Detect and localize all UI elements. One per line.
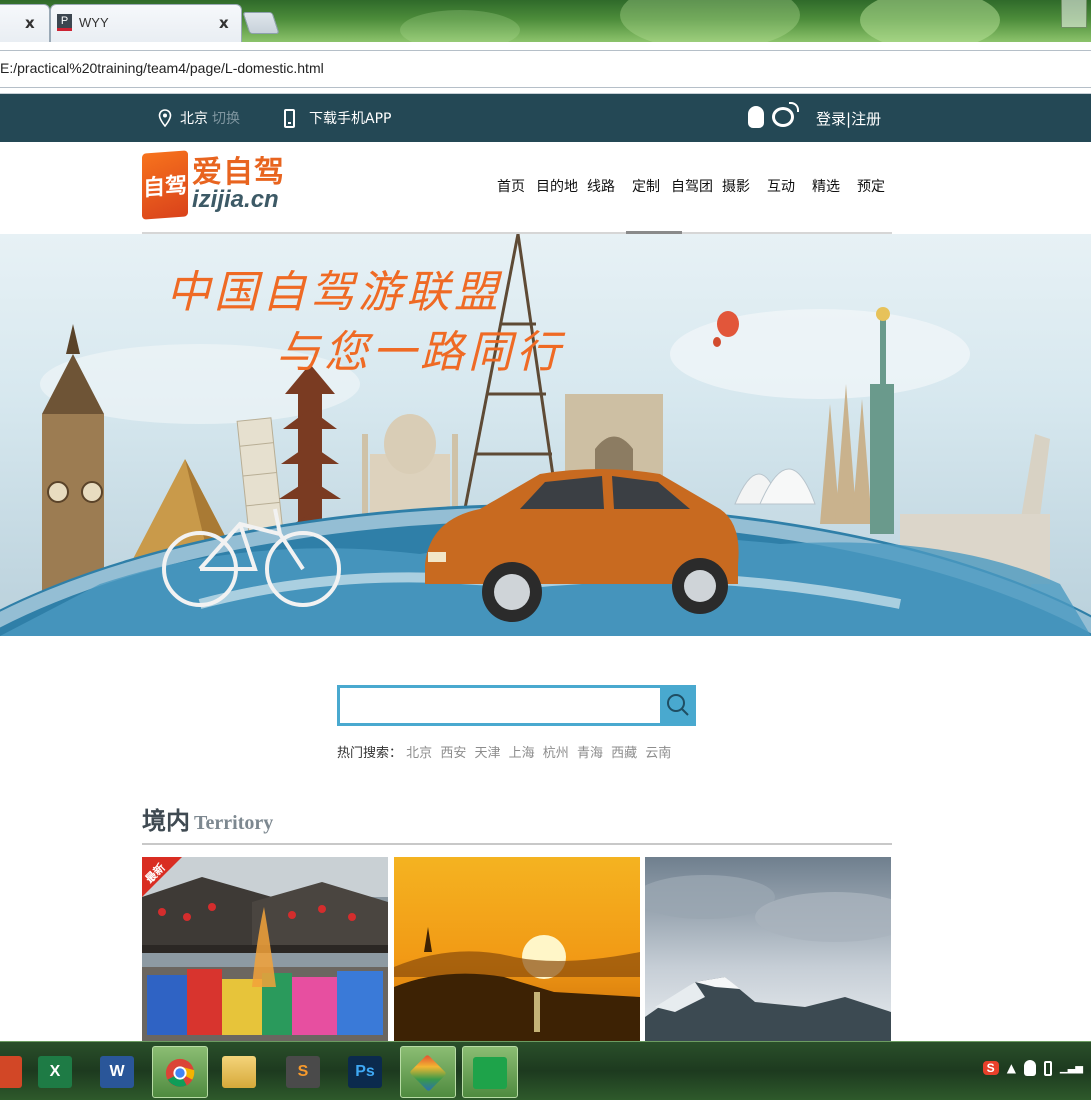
nav-featured[interactable]: 精选: [812, 176, 840, 196]
banner-illustration: [0, 234, 1091, 636]
ime-icon[interactable]: S: [982, 1061, 999, 1075]
destination-card[interactable]: [645, 857, 891, 1041]
section-divider: [142, 843, 892, 845]
taskbar-explorer[interactable]: [212, 1046, 268, 1098]
nav-routes[interactable]: 线路: [587, 176, 615, 196]
city-selector[interactable]: 北京 切换: [158, 108, 240, 128]
site-topbar: 北京 切换 下载手机APP 登录|注册: [0, 94, 1091, 142]
weibo-icon[interactable]: [772, 102, 799, 127]
battery-icon[interactable]: [1043, 1060, 1052, 1076]
nav-home[interactable]: 首页: [497, 176, 525, 196]
destination-photo-sunset: [394, 857, 640, 1041]
city-switch-link[interactable]: 切换: [212, 108, 240, 128]
qq-tray-icon[interactable]: [1023, 1060, 1036, 1076]
taskbar-sublime[interactable]: S: [276, 1046, 332, 1098]
taskbar-word[interactable]: W: [90, 1046, 146, 1098]
nav-interaction[interactable]: 互动: [767, 176, 795, 196]
sublime-icon: S: [286, 1056, 320, 1088]
nav-selfdrive-group[interactable]: 自驾团: [671, 176, 713, 196]
folder-icon: [222, 1056, 256, 1088]
tab-close-icon[interactable]: x: [25, 14, 35, 32]
system-tray: S ▲ ▁▃▅: [982, 1060, 1083, 1076]
nav-photography[interactable]: 摄影: [722, 176, 750, 196]
app-icon: [473, 1057, 507, 1089]
city-name: 北京: [180, 111, 208, 127]
banner-slogan-line1: 中国自驾游联盟: [166, 267, 502, 318]
tray-expand-icon[interactable]: ▲: [1007, 1061, 1016, 1075]
window-button[interactable]: [1061, 0, 1087, 28]
chrome-icon: [165, 1058, 195, 1088]
site-logo[interactable]: 自驾 爱自驾 izijia.cn: [142, 150, 285, 220]
tab-close-icon[interactable]: x: [219, 14, 229, 32]
section-title-cn: 境内: [142, 807, 190, 835]
download-app-link[interactable]: 下载手机APP: [284, 108, 391, 128]
photoshop-icon: Ps: [348, 1056, 382, 1088]
xmind-icon: [409, 1054, 447, 1092]
tab-favicon-icon: P: [57, 14, 72, 31]
os-taskbar: X W S Ps S ▲ ▁▃▅: [0, 1041, 1091, 1100]
hot-search-label: 热门搜索：: [337, 746, 403, 761]
taskbar-photoshop[interactable]: Ps: [338, 1046, 394, 1098]
section-title: 境内 Territory: [142, 801, 273, 836]
logo-badge: 自驾: [142, 150, 188, 220]
site-header: 自驾 爱自驾 izijia.cn 首页 目的地 线路 定制 自驾团 摄影 互动 …: [0, 142, 1091, 234]
hot-search-hangzhou[interactable]: 杭州: [543, 746, 569, 761]
url-field[interactable]: E:/practical%20training/team4/page/L-dom…: [0, 50, 1091, 88]
taskbar-xmind[interactable]: [400, 1046, 456, 1098]
hot-searches: 热门搜索： 北京 西安 天津 上海 杭州 青海 西藏 云南: [337, 742, 675, 761]
nav-destination[interactable]: 目的地: [536, 176, 578, 196]
hot-search-xian[interactable]: 西安: [440, 746, 466, 761]
taskbar-chrome[interactable]: [152, 1046, 208, 1098]
address-bar: E:/practical%20training/team4/page/L-dom…: [0, 42, 1091, 94]
search-input[interactable]: [337, 685, 660, 726]
phone-icon: [284, 108, 295, 128]
excel-icon: X: [38, 1056, 72, 1088]
hot-search-tibet[interactable]: 西藏: [611, 746, 637, 761]
destination-card[interactable]: [394, 857, 640, 1041]
auth-links: 登录|注册: [816, 108, 881, 129]
new-tab-button[interactable]: [242, 12, 280, 34]
search-icon: [667, 694, 689, 716]
qq-icon[interactable]: [748, 106, 764, 128]
taskbar-app[interactable]: [462, 1046, 518, 1098]
nav-booking[interactable]: 预定: [857, 176, 885, 196]
login-link[interactable]: 登录: [816, 110, 846, 128]
tab-previous[interactable]: x: [0, 4, 50, 42]
word-icon: W: [100, 1056, 134, 1088]
powerpoint-icon: [0, 1056, 22, 1088]
taskbar-excel[interactable]: X: [28, 1046, 84, 1098]
destination-card[interactable]: 最新: [142, 857, 388, 1041]
location-pin-icon: [158, 109, 172, 127]
tab-wyy[interactable]: P WYY x: [50, 4, 242, 42]
search-button[interactable]: [660, 685, 696, 726]
hero-banner[interactable]: 中国自驾游联盟 与您一路同行: [0, 234, 1091, 636]
search-bar: [337, 685, 696, 726]
tab-title: WYY: [79, 15, 109, 30]
section-title-en: Territory: [194, 812, 274, 834]
hot-search-tianjin[interactable]: 天津: [474, 746, 500, 761]
url-text[interactable]: E:/practical%20training/team4/page/L-dom…: [0, 60, 324, 76]
hot-search-shanghai[interactable]: 上海: [509, 746, 535, 761]
signal-icon[interactable]: ▁▃▅: [1060, 1063, 1083, 1074]
hot-search-qinghai[interactable]: 青海: [577, 746, 603, 761]
banner-slogan-line2: 与您一路同行: [276, 327, 564, 378]
register-link[interactable]: 注册: [851, 110, 881, 128]
download-app-label: 下载手机APP: [309, 111, 392, 127]
hot-search-yunnan[interactable]: 云南: [645, 746, 671, 761]
hot-search-beijing[interactable]: 北京: [406, 746, 432, 761]
logo-chinese: 爱自驾: [192, 155, 285, 190]
social-links: [748, 102, 799, 128]
browser-tabstrip: x P WYY x: [0, 0, 1091, 42]
destination-photo-mountain: [645, 857, 891, 1041]
logo-english: izijia.cn: [192, 186, 279, 213]
nav-custom[interactable]: 定制: [632, 176, 660, 196]
